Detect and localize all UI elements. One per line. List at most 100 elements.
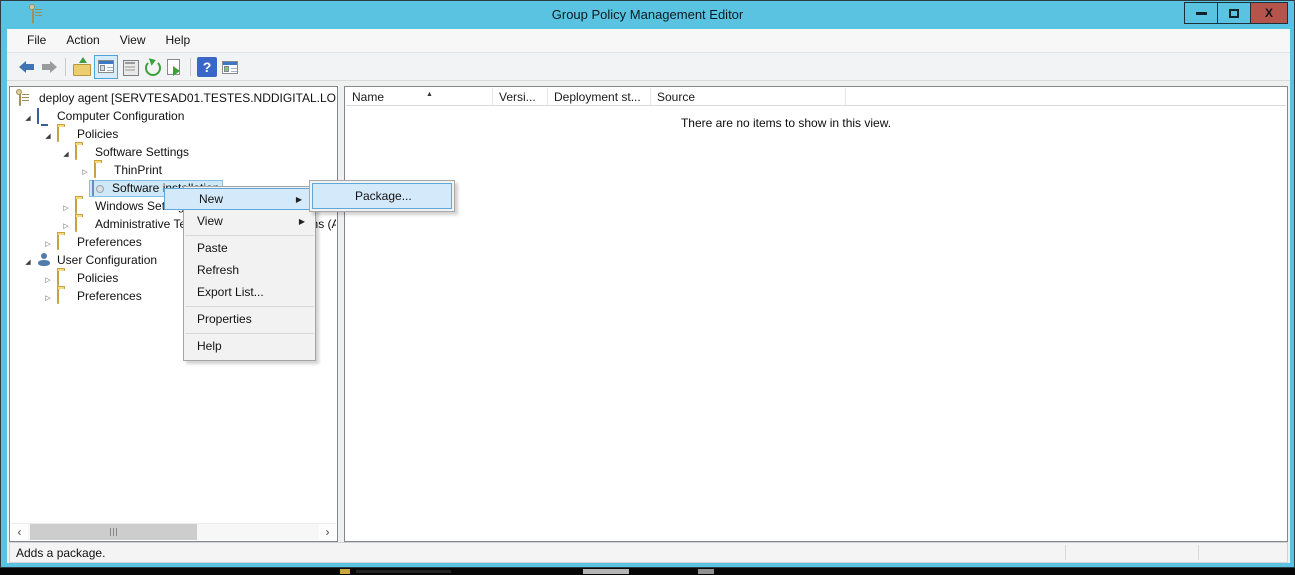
forward-arrow-icon[interactable] <box>39 57 59 77</box>
sort-ascending-icon: ▲ <box>426 91 433 98</box>
menu-view[interactable]: View <box>110 29 156 51</box>
tree-row-computer-configuration[interactable]: Computer Configuration <box>11 107 336 125</box>
menu-item-refresh[interactable]: Refresh <box>184 260 315 282</box>
column-header-name[interactable]: Name ▲ <box>346 88 493 105</box>
up-one-level-icon[interactable] <box>72 57 92 77</box>
menu-action[interactable]: Action <box>56 29 109 51</box>
status-text: Adds a package. <box>16 546 105 560</box>
folder-icon <box>75 145 90 159</box>
scroll-right-button[interactable]: › <box>319 524 336 540</box>
folder-icon <box>57 127 72 141</box>
maximize-button[interactable] <box>1217 2 1251 24</box>
folder-icon <box>57 235 72 249</box>
back-arrow-icon[interactable] <box>17 57 37 77</box>
results-pane: Name▲Versi...Deployment st...Source Ther… <box>344 86 1288 542</box>
menu-item-view[interactable]: View ▶ <box>184 211 315 233</box>
user-icon <box>37 253 52 267</box>
expand-arrow-icon[interactable] <box>42 271 54 285</box>
console-window-glyph <box>222 61 238 74</box>
client-area: FileActionViewHelp depl <box>7 29 1290 563</box>
screen: Group Policy Management Editor X FileAct… <box>0 0 1295 575</box>
folder-icon <box>57 289 72 303</box>
show-console-tree-icon[interactable] <box>94 55 118 79</box>
background-scrollbar-fragment <box>583 569 629 574</box>
column-label: Name <box>352 90 384 104</box>
scroll-icon <box>19 91 34 105</box>
scrollbar-track[interactable] <box>28 524 319 540</box>
tree-label: Policies <box>77 271 118 285</box>
menu-item-new[interactable]: New▶ <box>164 188 311 210</box>
toolbar <box>7 53 1290 81</box>
tree-row-software-settings[interactable]: Software Settings <box>11 143 336 161</box>
background-text-fragment <box>356 570 451 573</box>
collapse-arrow-icon[interactable] <box>42 127 54 141</box>
desktop-strip <box>0 568 1295 575</box>
console-window-icon[interactable] <box>219 57 239 77</box>
background-scrollbar-fragment <box>698 569 714 574</box>
menu-item-label: View <box>197 214 223 228</box>
column-header-deploymentst[interactable]: Deployment st... <box>548 88 651 105</box>
menu-item-label: Help <box>197 339 222 353</box>
menu-item-label: Paste <box>197 241 228 255</box>
folder-icon <box>94 163 109 177</box>
menu-bar: FileActionViewHelp <box>7 29 1290 53</box>
refresh-icon[interactable] <box>142 57 162 77</box>
menu-item-paste[interactable]: Paste <box>184 238 315 260</box>
tree-label: ThinPrint <box>114 163 162 177</box>
folder-icon <box>57 271 72 285</box>
menu-separator <box>185 306 314 307</box>
computer-icon <box>37 109 52 123</box>
tree-label: Software Settings <box>95 145 189 159</box>
export-list-icon[interactable] <box>164 57 184 77</box>
help-icon[interactable] <box>197 57 217 77</box>
expand-arrow-icon[interactable] <box>42 235 54 249</box>
column-header-source[interactable]: Source <box>651 88 846 105</box>
tree-label: Computer Configuration <box>57 109 184 123</box>
list-header: Name ▲ Versi... Deployment st... Source <box>346 88 1286 106</box>
background-folder-icon <box>340 569 350 574</box>
toolbar-separator <box>65 58 66 76</box>
submenu-arrow-icon: ▶ <box>299 211 305 232</box>
window-title: Group Policy Management Editor <box>2 1 1293 28</box>
scroll-left-button[interactable]: ‹ <box>11 524 28 540</box>
tree-row-deploy-agent-servtesad01-teste[interactable]: deploy agent [SERVTESAD01.TESTES.NDDIGIT… <box>11 89 336 107</box>
collapse-arrow-icon[interactable] <box>22 109 34 123</box>
status-divider <box>1065 545 1066 560</box>
title-bar[interactable]: Group Policy Management Editor X <box>2 1 1293 28</box>
status-divider <box>1198 545 1199 560</box>
tree-row-thinprint[interactable]: ThinPrint <box>11 161 336 179</box>
expand-arrow-icon[interactable] <box>60 217 72 231</box>
expand-arrow-icon[interactable] <box>79 163 91 177</box>
menu-item-label: New <box>199 192 223 206</box>
properties-icon[interactable] <box>120 57 140 77</box>
folder-icon <box>75 217 90 231</box>
menu-item-help[interactable]: Help <box>184 336 315 358</box>
window-controls: X <box>1185 2 1288 24</box>
minimize-button[interactable] <box>1184 2 1218 24</box>
column-label: Deployment st... <box>554 90 641 104</box>
toolbar-separator <box>190 58 191 76</box>
collapse-arrow-icon[interactable] <box>22 253 34 267</box>
status-bar: Adds a package. <box>9 542 1288 563</box>
close-button[interactable]: X <box>1250 2 1288 24</box>
menu-item-label: Export List... <box>197 285 264 299</box>
tree-label: Preferences <box>77 289 142 303</box>
tree-row-policies[interactable]: Policies <box>11 125 336 143</box>
menu-item-export-list-[interactable]: Export List... <box>184 282 315 304</box>
column-header-versi[interactable]: Versi... <box>493 88 548 105</box>
menu-item-properties[interactable]: Properties <box>184 309 315 331</box>
menu-file[interactable]: File <box>17 29 56 51</box>
submenu-item-package[interactable]: Package... <box>312 183 452 209</box>
menu-separator <box>185 235 314 236</box>
maximize-icon <box>1229 9 1239 18</box>
menu-item-label: Properties <box>197 312 252 326</box>
horizontal-scrollbar[interactable]: ‹ › <box>11 523 336 540</box>
collapse-arrow-icon[interactable] <box>60 145 72 159</box>
expand-arrow-icon[interactable] <box>42 289 54 303</box>
close-icon: X <box>1265 7 1273 19</box>
scrollbar-thumb[interactable] <box>30 524 197 540</box>
minimize-icon <box>1196 12 1207 15</box>
expand-arrow-icon[interactable] <box>60 199 72 213</box>
menu-help[interactable]: Help <box>156 29 201 51</box>
tree-label: Preferences <box>77 235 142 249</box>
